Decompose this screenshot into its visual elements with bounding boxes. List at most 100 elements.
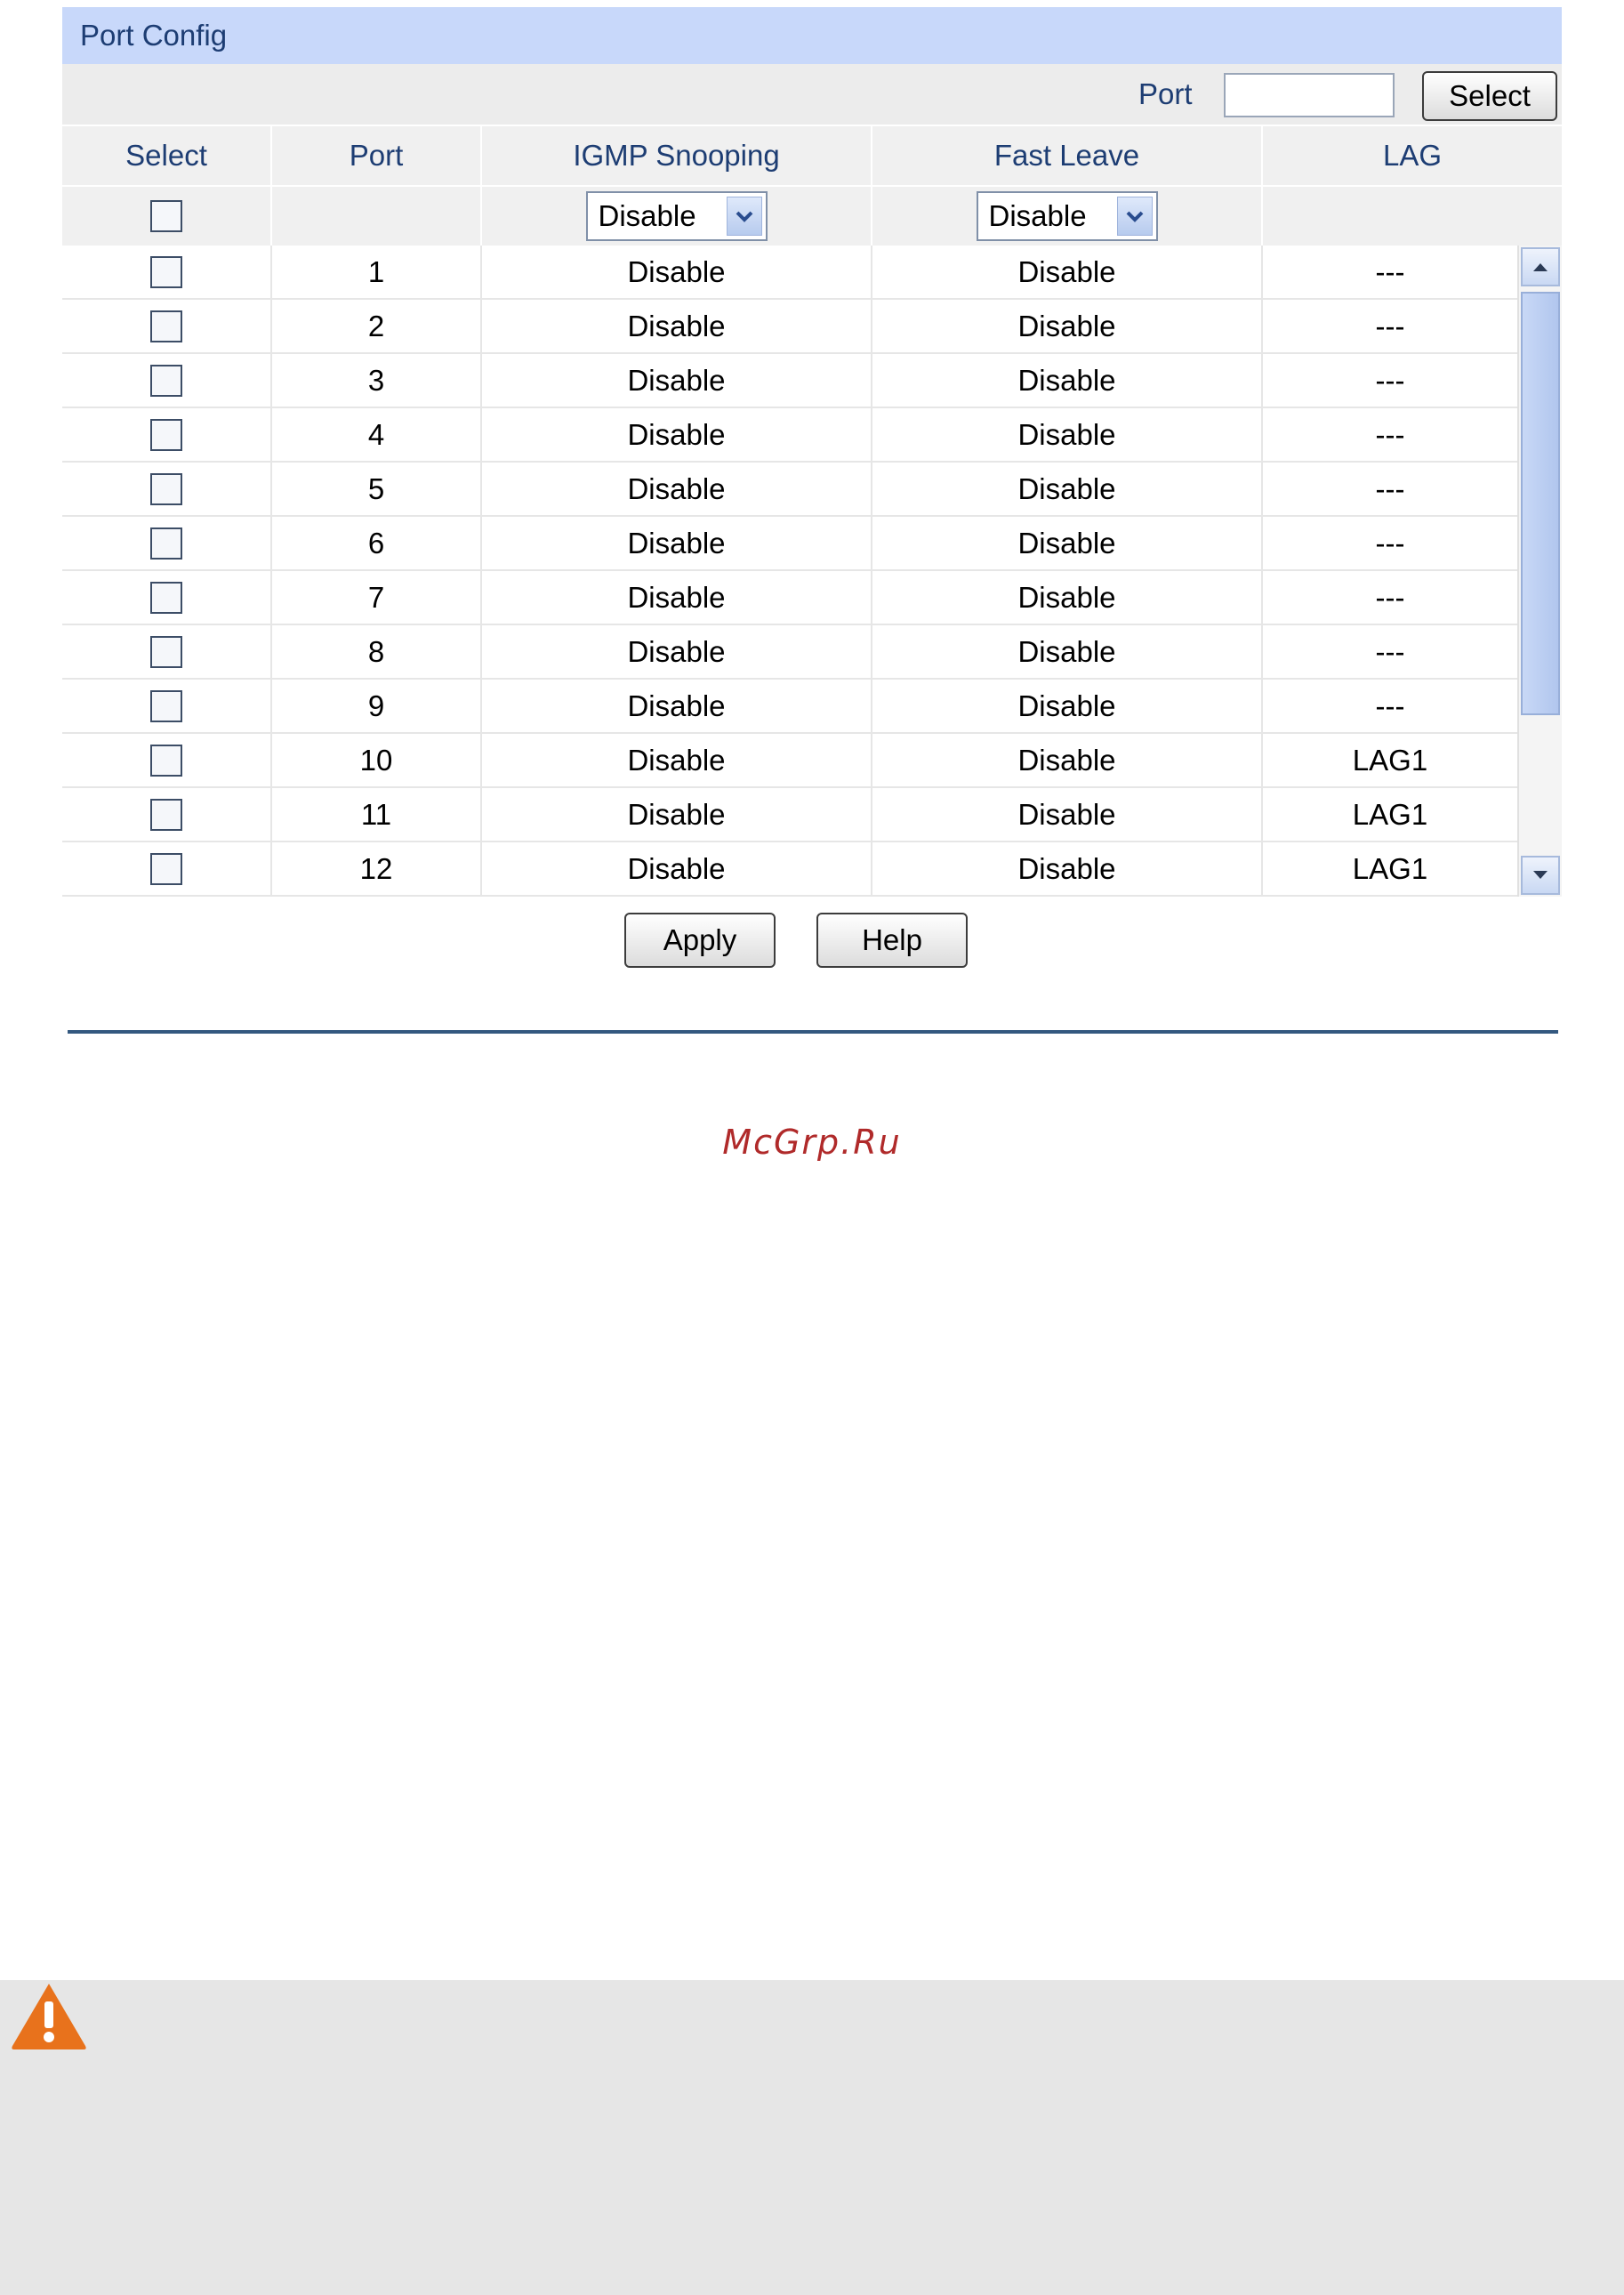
column-header-lag: LAG bbox=[1382, 139, 1443, 172]
row-igmp-snooping: Disable bbox=[482, 246, 872, 298]
row-port: 5 bbox=[272, 463, 482, 515]
row-lag: --- bbox=[1375, 471, 1405, 505]
row-fast-leave: Disable bbox=[872, 463, 1263, 515]
row-lag: LAG1 bbox=[1352, 851, 1428, 885]
row-igmp-snooping: Disable bbox=[482, 788, 872, 841]
scrollbar-thumb[interactable] bbox=[1521, 292, 1560, 715]
row-checkbox[interactable] bbox=[150, 581, 182, 614]
row-port: 8 bbox=[272, 625, 482, 678]
row-lag: --- bbox=[1375, 580, 1405, 614]
bulk-port-cell bbox=[272, 187, 482, 246]
row-select-cell bbox=[62, 571, 272, 624]
table-row: 2 Disable Disable --- bbox=[62, 300, 1517, 354]
port-config-panel: Port Config Port Select Select Port IGMP… bbox=[62, 7, 1562, 994]
row-checkbox[interactable] bbox=[150, 798, 182, 831]
column-header-select: Select bbox=[62, 126, 272, 185]
port-filter-row: Port Select bbox=[62, 64, 1562, 125]
row-fast-leave: Disable bbox=[872, 517, 1263, 569]
row-igmp-snooping: Disable bbox=[482, 680, 872, 732]
port-filter-label: Port bbox=[1138, 77, 1193, 110]
row-checkbox[interactable] bbox=[150, 472, 182, 505]
bulk-fast-leave-dropdown[interactable]: Disable bbox=[976, 191, 1158, 241]
chevron-down-icon[interactable] bbox=[1116, 197, 1153, 236]
table-header: Select Port IGMP Snooping Fast Leave LAG bbox=[62, 125, 1562, 185]
row-port: 9 bbox=[272, 680, 482, 732]
table-row: 6 Disable Disable --- bbox=[62, 517, 1517, 571]
row-fast-leave: Disable bbox=[872, 842, 1263, 895]
row-port: 12 bbox=[272, 842, 482, 895]
action-bar: Apply Help bbox=[62, 897, 1562, 994]
row-igmp-snooping: Disable bbox=[482, 734, 872, 786]
row-fast-leave: Disable bbox=[872, 625, 1263, 678]
table-row: 5 Disable Disable --- bbox=[62, 463, 1517, 517]
table-row: 12 Disable Disable LAG1 bbox=[62, 842, 1517, 897]
row-checkbox[interactable] bbox=[150, 689, 182, 722]
row-port: 4 bbox=[272, 408, 482, 461]
row-port: 7 bbox=[272, 571, 482, 624]
row-port: 3 bbox=[272, 354, 482, 407]
apply-button[interactable]: Apply bbox=[624, 913, 776, 968]
column-header-port: Port bbox=[272, 126, 482, 185]
bulk-lag-cell bbox=[1263, 187, 1562, 246]
row-lag: --- bbox=[1375, 254, 1405, 288]
row-igmp-snooping: Disable bbox=[482, 571, 872, 624]
row-select-cell bbox=[62, 408, 272, 461]
chevron-down-icon[interactable] bbox=[726, 197, 762, 236]
row-lag: LAG1 bbox=[1352, 743, 1428, 777]
row-select-cell bbox=[62, 354, 272, 407]
row-fast-leave: Disable bbox=[872, 246, 1263, 298]
row-fast-leave: Disable bbox=[872, 788, 1263, 841]
row-select-cell bbox=[62, 842, 272, 895]
row-checkbox[interactable] bbox=[150, 255, 182, 288]
row-select-cell bbox=[62, 246, 272, 298]
row-igmp-snooping: Disable bbox=[482, 408, 872, 461]
table-row: 7 Disable Disable --- bbox=[62, 571, 1517, 625]
table-row: 10 Disable Disable LAG1 bbox=[62, 734, 1517, 788]
table-row: 3 Disable Disable --- bbox=[62, 354, 1517, 408]
row-lag: --- bbox=[1375, 309, 1405, 342]
row-igmp-snooping: Disable bbox=[482, 625, 872, 678]
select-all-checkbox[interactable] bbox=[150, 200, 182, 232]
row-checkbox[interactable] bbox=[150, 852, 182, 885]
row-fast-leave: Disable bbox=[872, 408, 1263, 461]
table-row: 4 Disable Disable --- bbox=[62, 408, 1517, 463]
row-igmp-snooping: Disable bbox=[482, 463, 872, 515]
panel-title: Port Config bbox=[62, 7, 1562, 64]
port-table-body: 1 Disable Disable --- 2 Disable Disable --- 3 Dis… bbox=[62, 246, 1562, 897]
row-checkbox[interactable] bbox=[150, 635, 182, 668]
row-igmp-snooping: Disable bbox=[482, 300, 872, 352]
row-checkbox[interactable] bbox=[150, 310, 182, 342]
row-lag: --- bbox=[1375, 634, 1405, 668]
row-port: 6 bbox=[272, 517, 482, 569]
row-fast-leave: Disable bbox=[872, 300, 1263, 352]
note-box bbox=[0, 1980, 1624, 2295]
row-igmp-snooping: Disable bbox=[482, 517, 872, 569]
bulk-igmp-dropdown[interactable]: Disable bbox=[585, 191, 768, 241]
arrow-up-icon[interactable] bbox=[1521, 247, 1560, 286]
bulk-select-cell bbox=[62, 187, 272, 246]
row-select-cell bbox=[62, 300, 272, 352]
row-port: 11 bbox=[272, 788, 482, 841]
row-select-cell bbox=[62, 625, 272, 678]
row-lag: --- bbox=[1375, 688, 1405, 722]
vertical-scrollbar[interactable] bbox=[1517, 246, 1562, 897]
help-button[interactable]: Help bbox=[816, 913, 968, 968]
row-port: 10 bbox=[272, 734, 482, 786]
row-checkbox[interactable] bbox=[150, 527, 182, 560]
bulk-fast-leave-value: Disable bbox=[988, 199, 1087, 232]
port-select-button[interactable]: Select bbox=[1422, 71, 1557, 121]
row-checkbox[interactable] bbox=[150, 418, 182, 451]
bulk-igmp-value: Disable bbox=[598, 199, 696, 232]
port-filter-input[interactable] bbox=[1224, 73, 1395, 117]
row-checkbox[interactable] bbox=[150, 364, 182, 397]
bulk-fast-leave-cell: Disable bbox=[872, 187, 1263, 246]
arrow-down-icon[interactable] bbox=[1521, 856, 1560, 895]
table-row: 1 Disable Disable --- bbox=[62, 246, 1517, 300]
column-header-igmp-snooping: IGMP Snooping bbox=[482, 126, 872, 185]
table-row: 8 Disable Disable --- bbox=[62, 625, 1517, 680]
row-select-cell bbox=[62, 517, 272, 569]
row-igmp-snooping: Disable bbox=[482, 354, 872, 407]
row-checkbox[interactable] bbox=[150, 744, 182, 777]
warning-icon bbox=[12, 1984, 86, 2049]
bulk-edit-row: Disable Disable bbox=[62, 185, 1562, 246]
